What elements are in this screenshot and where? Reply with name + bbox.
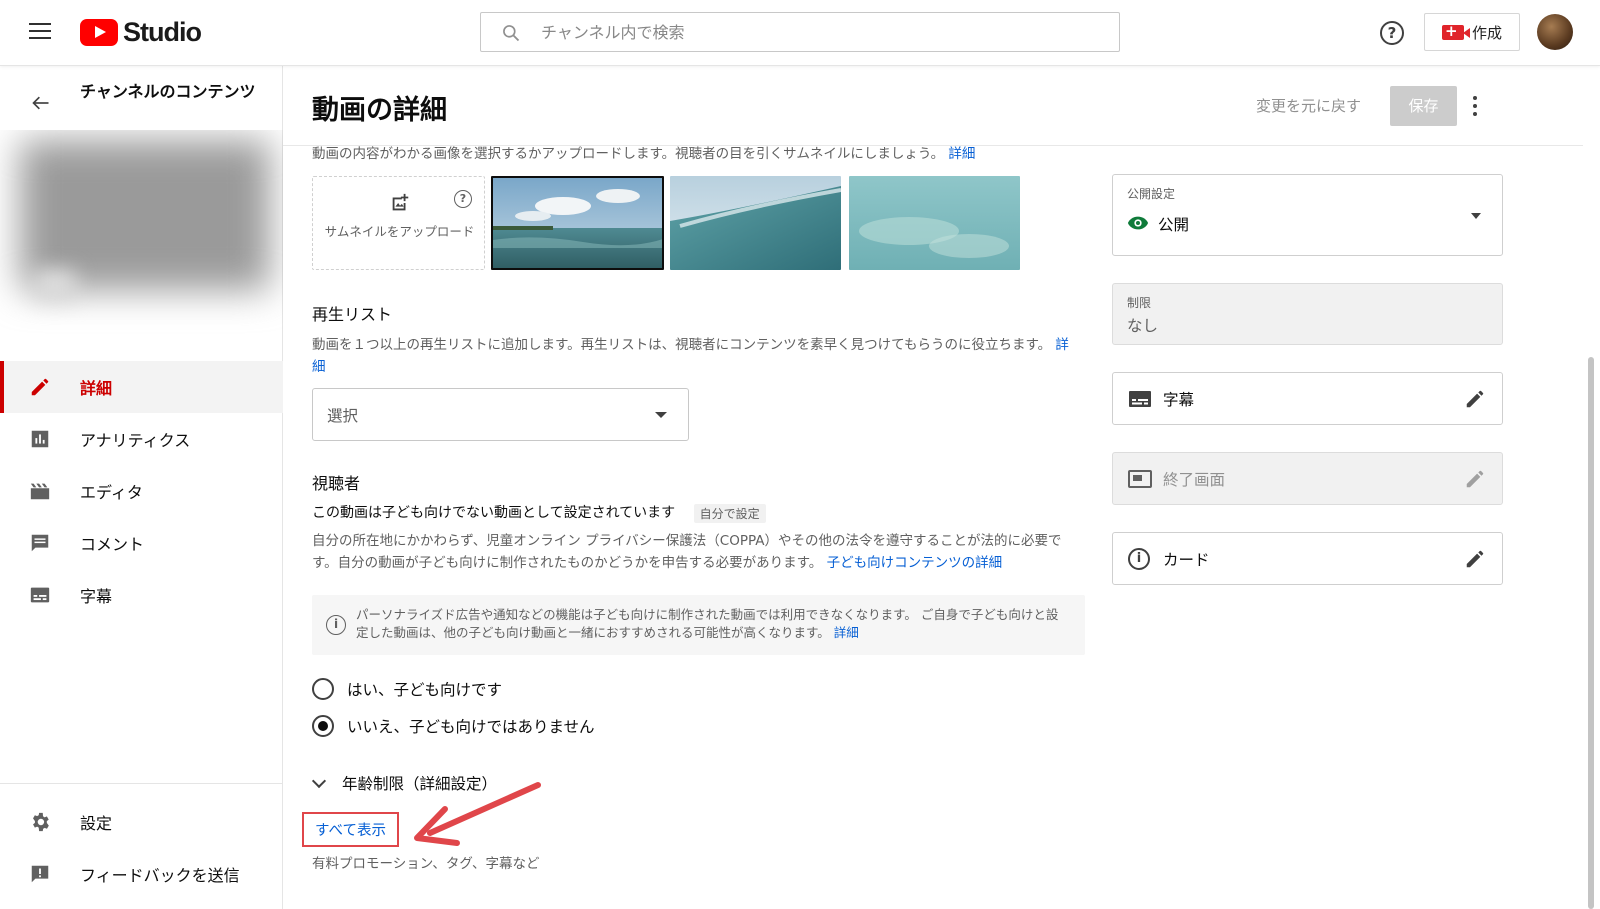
search-bar[interactable] — [480, 12, 1120, 52]
sidebar-title: チャンネルのコンテンツ — [80, 82, 256, 101]
page-title: 動画の詳細 — [312, 95, 447, 126]
menu-icon[interactable] — [29, 22, 51, 40]
gear-icon — [33, 812, 49, 832]
info-notice: i パーソナライズド広告や通知などの機能は子ども向けに制作された動画では利用でき… — [312, 595, 1085, 655]
playlist-select[interactable]: 選択 — [312, 388, 689, 441]
pencil-icon[interactable] — [1464, 388, 1486, 410]
subtitles-icon — [30, 587, 50, 603]
create-button[interactable]: 作成 — [1424, 13, 1520, 51]
end-screen-icon — [1128, 470, 1152, 488]
info-learn-more-link[interactable]: 詳細 — [834, 625, 859, 640]
sidebar-item-details[interactable]: 詳細 — [0, 361, 283, 413]
radio-made-for-kids-no[interactable]: いいえ、子ども向けではありません — [312, 713, 595, 739]
cards-label: カード — [1163, 551, 1210, 569]
thumbnail-description: 動画の内容がわかる画像を選択するかアップロードします。視聴者の目を引くサムネイル… — [312, 146, 976, 162]
pencil-icon — [31, 378, 49, 396]
subtitles-icon — [1129, 391, 1151, 407]
chevron-down-icon — [311, 773, 327, 788]
show-all-button[interactable]: すべて表示 — [302, 812, 399, 847]
sidebar-item-label: 字幕 — [80, 587, 113, 606]
thumbnail-image — [670, 176, 841, 270]
pencil-icon — [1466, 470, 1484, 488]
info-icon: i — [326, 615, 346, 635]
sidebar-item-feedback[interactable]: フィードバックを送信 — [0, 848, 283, 900]
sidebar-item-editor[interactable]: エディタ — [0, 465, 283, 517]
youtube-studio-logo[interactable]: Studio — [80, 16, 202, 47]
playlist-select-value: 選択 — [327, 407, 359, 425]
audience-title: 視聴者 — [312, 474, 361, 493]
visibility-value: 公開 — [1158, 216, 1190, 234]
help-icon[interactable]: ? — [1380, 21, 1404, 45]
undo-changes-button[interactable]: 変更を元に戻す — [1256, 95, 1361, 116]
avatar[interactable] — [1537, 14, 1573, 50]
coppa-description: 自分の所在地にかかわらず、児童オンライン プライバシー保護法（COPPA）やその… — [312, 533, 1062, 571]
sidebar: チャンネルのコンテンツ 詳細 アナリティクス エディタ コメント 字幕 設定 フ… — [0, 66, 283, 909]
analytics-icon — [31, 430, 49, 448]
visibility-label: 公開設定 — [1127, 187, 1176, 201]
end-screen-label: 終了画面 — [1163, 471, 1226, 489]
create-label: 作成 — [1471, 23, 1502, 42]
sidebar-item-analytics[interactable]: アナリティクス — [0, 413, 283, 465]
clapperboard-icon — [30, 483, 50, 500]
search-icon — [503, 25, 520, 42]
thumbnail-learn-more-link[interactable]: 詳細 — [948, 146, 975, 162]
annotation-arrow — [414, 782, 541, 846]
radio-button-selected[interactable] — [312, 715, 334, 737]
back-arrow-icon[interactable] — [30, 93, 52, 113]
show-all-subtext: 有料プロモーション、タグ、字幕など — [312, 856, 540, 872]
sidebar-item-comments[interactable]: コメント — [0, 517, 283, 569]
create-video-icon — [1441, 22, 1470, 40]
sidebar-item-label: コメント — [80, 535, 145, 554]
more-options-icon[interactable] — [1472, 96, 1478, 116]
restriction-field: 制限 なし — [1112, 283, 1503, 345]
subtitles-label: 字幕 — [1163, 391, 1195, 409]
upload-thumbnail-button[interactable]: ? サムネイルをアップロード — [312, 176, 485, 270]
sidebar-divider — [0, 783, 283, 784]
search-input[interactable] — [541, 19, 1101, 45]
scrollbar[interactable] — [1588, 357, 1594, 909]
chevron-down-icon — [655, 412, 667, 418]
restriction-value: なし — [1127, 317, 1159, 335]
thumbnail-image — [493, 178, 662, 268]
thumbnail-option-2[interactable] — [670, 176, 841, 270]
sidebar-item-label: フィードバックを送信 — [80, 866, 240, 885]
add-image-icon — [392, 193, 409, 211]
sidebar-item-settings[interactable]: 設定 — [0, 796, 283, 848]
save-button[interactable]: 保存 — [1390, 86, 1457, 126]
thumbnail-option-1[interactable] — [491, 176, 664, 270]
youtube-logo-icon — [80, 18, 118, 46]
end-screen-row: 終了画面 — [1112, 452, 1503, 505]
logo-text: Studio — [123, 16, 202, 47]
thumbnail-option-3[interactable] — [849, 176, 1020, 270]
sidebar-item-label: 設定 — [80, 814, 113, 833]
sidebar-item-label: アナリティクス — [80, 431, 191, 450]
set-by-you-badge: 自分で設定 — [693, 503, 766, 523]
pencil-icon[interactable] — [1464, 548, 1486, 570]
comment-icon — [31, 534, 49, 552]
kids-content-learn-more-link[interactable]: 子ども向けコンテンツの詳細 — [827, 555, 1003, 571]
audience-status: この動画は子ども向けでない動画として設定されています 自分で設定 — [312, 502, 766, 523]
sidebar-item-subtitles[interactable]: 字幕 — [0, 569, 283, 621]
chevron-down-icon — [1471, 213, 1481, 219]
restriction-label: 制限 — [1127, 296, 1152, 310]
subtitles-row[interactable]: 字幕 — [1112, 372, 1503, 425]
radio-button[interactable] — [312, 678, 334, 700]
top-bar: Studio ? 作成 — [0, 0, 1600, 66]
visibility-select[interactable]: 公開設定 公開 — [1112, 174, 1503, 256]
feedback-icon — [31, 865, 49, 883]
radio-made-for-kids-yes[interactable]: はい、子ども向けです — [312, 676, 502, 702]
info-icon: i — [1128, 548, 1150, 570]
eye-icon — [1127, 216, 1149, 230]
video-thumbnail-blurred[interactable] — [0, 130, 283, 342]
cards-row[interactable]: i カード — [1112, 532, 1503, 585]
sidebar-item-label: エディタ — [80, 483, 143, 502]
help-icon[interactable]: ? — [454, 190, 472, 208]
upload-thumbnail-label: サムネイルをアップロード — [324, 224, 475, 239]
playlist-title: 再生リスト — [312, 305, 393, 324]
sidebar-item-label: 詳細 — [80, 379, 113, 398]
thumbnail-image — [849, 176, 1020, 270]
playlist-description: 動画を１つ以上の再生リストに追加します。再生リストは、視聴者にコンテンツを素早く… — [312, 337, 1069, 375]
